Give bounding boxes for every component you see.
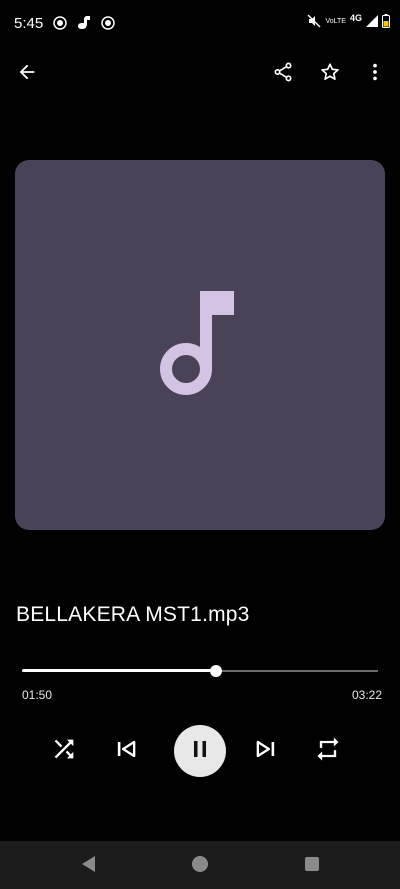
network-type: 4G [349,13,362,23]
arrow-back-icon [16,61,38,88]
battery-icon [382,14,390,28]
total-time: 03:22 [351,688,382,702]
nav-home-button[interactable] [187,853,213,879]
status-notification-icons [52,15,116,31]
seek-thumb[interactable] [210,665,223,677]
nav-recents-icon [304,856,320,877]
pause-icon [188,737,212,766]
seek-progress [22,669,217,672]
mute-icon [307,14,321,28]
nav-home-icon [191,855,209,878]
pause-button[interactable] [174,725,226,777]
shuffle-button[interactable] [44,731,84,771]
repeat-button[interactable] [308,731,348,771]
playback-controls [0,722,400,780]
nav-back-button[interactable] [76,853,102,879]
more-options-button[interactable] [355,54,395,94]
music-note-icon [160,290,240,400]
track-title: BELLAKERA MST1.mp3 [16,603,250,626]
album-art [15,160,385,530]
skip-previous-icon [112,735,140,768]
nav-recents-button[interactable] [299,853,325,879]
notification-app-icon [76,15,92,31]
star-outline-icon [319,61,341,88]
volte-bottom-label: LTE [333,17,346,25]
system-navigation-bar [0,841,400,889]
nav-back-icon [81,855,97,878]
shuffle-icon [50,735,78,768]
repeat-icon [314,735,342,768]
seek-bar[interactable] [22,660,378,682]
share-icon [272,61,294,88]
next-button[interactable] [246,731,286,771]
volte-top-label: Vo [325,17,334,25]
favorite-button[interactable] [310,54,350,94]
record-icon-2 [100,15,116,31]
signal-icon [366,15,378,27]
skip-next-icon [252,735,280,768]
more-vert-icon [364,61,386,88]
share-button[interactable] [263,54,303,94]
elapsed-time: 01:50 [22,688,53,702]
record-icon [52,15,68,31]
volte-icon: Vo LTE [325,18,346,25]
previous-button[interactable] [106,731,146,771]
status-bar: 5:45 Vo LTE 4G [0,0,400,48]
status-system-icons: Vo LTE 4G [307,13,390,28]
top-app-bar [0,52,400,96]
status-time: 5:45 [14,15,44,32]
back-button[interactable] [7,54,47,94]
